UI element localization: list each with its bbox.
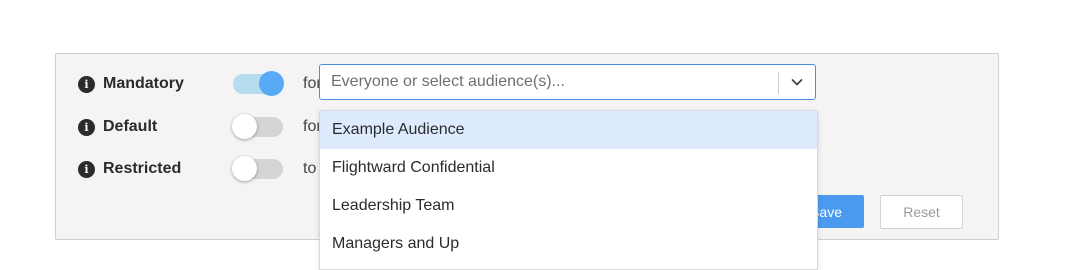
default-toggle[interactable] [232,114,283,139]
default-label: Default [103,118,158,135]
dropdown-option[interactable]: Managers and Up [320,225,817,263]
mandatory-row: i Mandatory for [78,69,322,99]
toggle-knob [232,114,257,139]
restricted-toggle[interactable] [232,156,283,181]
dropdown-option[interactable]: Leadership Team [320,187,817,225]
mandatory-toggle[interactable] [233,71,284,96]
default-row: i Default for [78,112,322,142]
audience-select-placeholder: Everyone or select audience(s)... [331,73,565,90]
dropdown-option[interactable]: Example Audience [320,111,817,149]
info-icon[interactable]: i [78,75,95,93]
info-icon[interactable]: i [78,118,95,136]
audience-dropdown-menu: Example Audience Flightward Confidential… [319,110,818,270]
info-icon[interactable]: i [78,160,95,178]
toggle-knob [232,156,257,181]
toggle-knob [259,71,284,96]
chevron-down-icon[interactable] [789,74,805,90]
dropdown-option[interactable]: Flightward Confidential [320,149,817,187]
restricted-row: i Restricted to [78,154,316,184]
restricted-conjunction: to [303,160,317,177]
audience-select[interactable]: Everyone or select audience(s)... [319,64,816,100]
restricted-label: Restricted [103,160,182,177]
reset-button[interactable]: Reset [880,195,963,229]
select-separator [778,72,779,94]
mandatory-label: Mandatory [103,75,184,92]
